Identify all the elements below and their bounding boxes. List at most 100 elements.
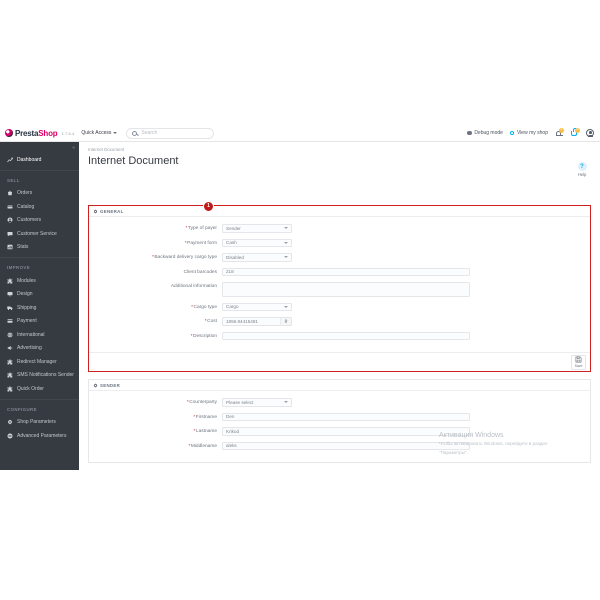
- sidebar-item-quick-order[interactable]: Quick Order: [0, 382, 79, 396]
- client-barcodes-input[interactable]: 218: [222, 267, 470, 276]
- label-text: Cargo type: [193, 304, 217, 310]
- sidebar-item-payment[interactable]: Payment: [0, 315, 79, 329]
- floppy-disk-icon: [575, 356, 582, 363]
- general-panel: 1 GENERAL *Type of payer Sender *Payment…: [88, 200, 591, 372]
- sidebar-item-orders[interactable]: Orders: [0, 187, 79, 201]
- chevron-down-icon: [284, 305, 288, 308]
- notifications-badge: 1: [559, 127, 564, 133]
- input-value: Den: [226, 414, 235, 420]
- plugin-icon: [7, 359, 13, 365]
- view-my-shop-item[interactable]: View my shop: [509, 130, 548, 136]
- label-text: Cost: [207, 319, 217, 324]
- firstname-input[interactable]: Den: [222, 412, 470, 421]
- sidebar-item-label: International: [17, 331, 45, 338]
- field-control: Disabled: [222, 253, 292, 262]
- sidebar-item-design[interactable]: Design: [0, 288, 79, 302]
- sidebar-item-label: Shipping: [17, 304, 37, 311]
- field-label: *Middlename: [89, 442, 222, 451]
- prestashop-logo[interactable]: PrestaShop 1.7.6.4: [0, 129, 74, 138]
- cart-notifications-button[interactable]: 0: [570, 127, 580, 138]
- field-label: *Type of payer: [89, 224, 222, 233]
- description-input[interactable]: [222, 331, 470, 340]
- sidebar-item-customers[interactable]: Customers: [0, 214, 79, 228]
- field-cargo-type: *Cargo type Cargo: [89, 302, 590, 312]
- breadcrumb: Internet Document: [88, 147, 125, 152]
- sidebar-item-label: Orders: [17, 190, 33, 197]
- avatar[interactable]: [586, 129, 594, 138]
- additional-information-textarea[interactable]: [222, 282, 470, 297]
- label-text: Additional information: [170, 284, 217, 289]
- brand-first: Presta: [15, 128, 39, 138]
- label-text: Description: [193, 333, 217, 339]
- help-button[interactable]: ? Help: [573, 162, 591, 177]
- sidebar-item-label: Design: [17, 291, 33, 298]
- chevron-left-double-icon: «: [72, 144, 75, 151]
- field-control: aleks: [222, 441, 470, 450]
- chevron-down-icon: [113, 131, 118, 134]
- type-of-payer-select[interactable]: Sender: [222, 224, 292, 233]
- sidebar-item-advanced-parameters[interactable]: Advanced Parameters: [0, 429, 79, 443]
- sidebar-item-catalog[interactable]: Catalog: [0, 200, 79, 214]
- field-control: 1856.84415481 ₴: [222, 317, 292, 326]
- payment-form-select[interactable]: Cash: [222, 238, 292, 247]
- sidebar-item-label: Payment: [17, 318, 37, 325]
- save-button-label: Save: [574, 363, 583, 368]
- sidebar-item-customer-service[interactable]: Customer Service: [0, 227, 79, 241]
- plugin-icon: [7, 372, 13, 378]
- sidebar-item-sms-notifications-sender[interactable]: SMS Notifications Sender: [0, 369, 79, 383]
- sidebar-item-dashboard[interactable]: Dashboard: [0, 153, 79, 167]
- select-value: Sender: [226, 225, 241, 231]
- sidebar-item-label: Dashboard: [17, 156, 42, 163]
- cargo-type-select[interactable]: Cargo: [222, 302, 292, 311]
- save-button[interactable]: Save: [571, 354, 586, 370]
- middlename-input[interactable]: aleks: [222, 441, 470, 450]
- field-control: Cash: [222, 238, 292, 247]
- prestashop-admin-page: PrestaShop 1.7.6.4 Quick Access Search D…: [0, 125, 600, 470]
- sidebar-item-advertising[interactable]: Advertising: [0, 342, 79, 356]
- counterparty-select[interactable]: Please select: [222, 398, 292, 407]
- gear-icon: [7, 419, 13, 425]
- sidebar-item-redirect-manager[interactable]: Redirect Manager: [0, 355, 79, 369]
- stats-icon: [7, 244, 13, 250]
- version-label: 1.7.6.4: [61, 130, 75, 136]
- backward-delivery-cargo-type-select[interactable]: Disabled: [222, 253, 292, 262]
- input-value: Krikod: [226, 428, 240, 434]
- sidebar: « Dashboard SELL Orders Catalog Customer…: [0, 142, 79, 470]
- cost-input-group[interactable]: 1856.84415481 ₴: [222, 317, 292, 326]
- sliders-icon: [7, 433, 13, 439]
- sidebar-collapse-button[interactable]: «: [0, 142, 79, 153]
- lastname-input[interactable]: Krikod: [222, 427, 470, 436]
- field-label: *Payment form: [89, 239, 222, 248]
- sidebar-item-shipping[interactable]: Shipping: [0, 301, 79, 315]
- general-panel-header: GENERAL: [89, 206, 590, 217]
- field-control: [222, 282, 470, 297]
- sidebar-item-modules[interactable]: Modules: [0, 274, 79, 288]
- select-value: Cash: [226, 240, 237, 246]
- sender-panel-title: SENDER: [100, 382, 121, 388]
- field-control: Cargo: [222, 302, 292, 311]
- select-value: Cargo: [226, 304, 239, 310]
- quick-access-dropdown[interactable]: Quick Access: [81, 130, 118, 136]
- help-label: Help: [577, 172, 587, 177]
- sidebar-item-label: Customers: [17, 217, 42, 224]
- field-description: *Description: [89, 331, 590, 341]
- sidebar-item-stats[interactable]: Stats: [0, 241, 79, 255]
- search-input[interactable]: Search: [126, 127, 215, 139]
- field-label: *Counterparty: [89, 398, 222, 407]
- catalog-icon: [7, 204, 13, 210]
- field-control: Please select: [222, 398, 292, 407]
- field-control: Krikod: [222, 427, 470, 436]
- search-icon: [132, 130, 138, 136]
- sidebar-item-shop-parameters[interactable]: Shop Parameters: [0, 416, 79, 430]
- sidebar-item-international[interactable]: International: [0, 328, 79, 342]
- debug-mode-item[interactable]: Debug mode: [467, 130, 503, 136]
- notifications-button[interactable]: 1: [555, 127, 564, 138]
- monitor-icon: [7, 291, 13, 297]
- step-marker-badge: 1: [203, 200, 214, 212]
- sidebar-item-label: Modules: [17, 277, 36, 284]
- field-label: *Cost: [89, 317, 222, 326]
- label-text: Lastname: [195, 429, 217, 434]
- sidebar-section-sell: SELL: [0, 169, 79, 187]
- sender-panel-body: *Counterparty Please select *Firstname D…: [89, 391, 590, 462]
- dashboard-icon: [7, 157, 13, 163]
